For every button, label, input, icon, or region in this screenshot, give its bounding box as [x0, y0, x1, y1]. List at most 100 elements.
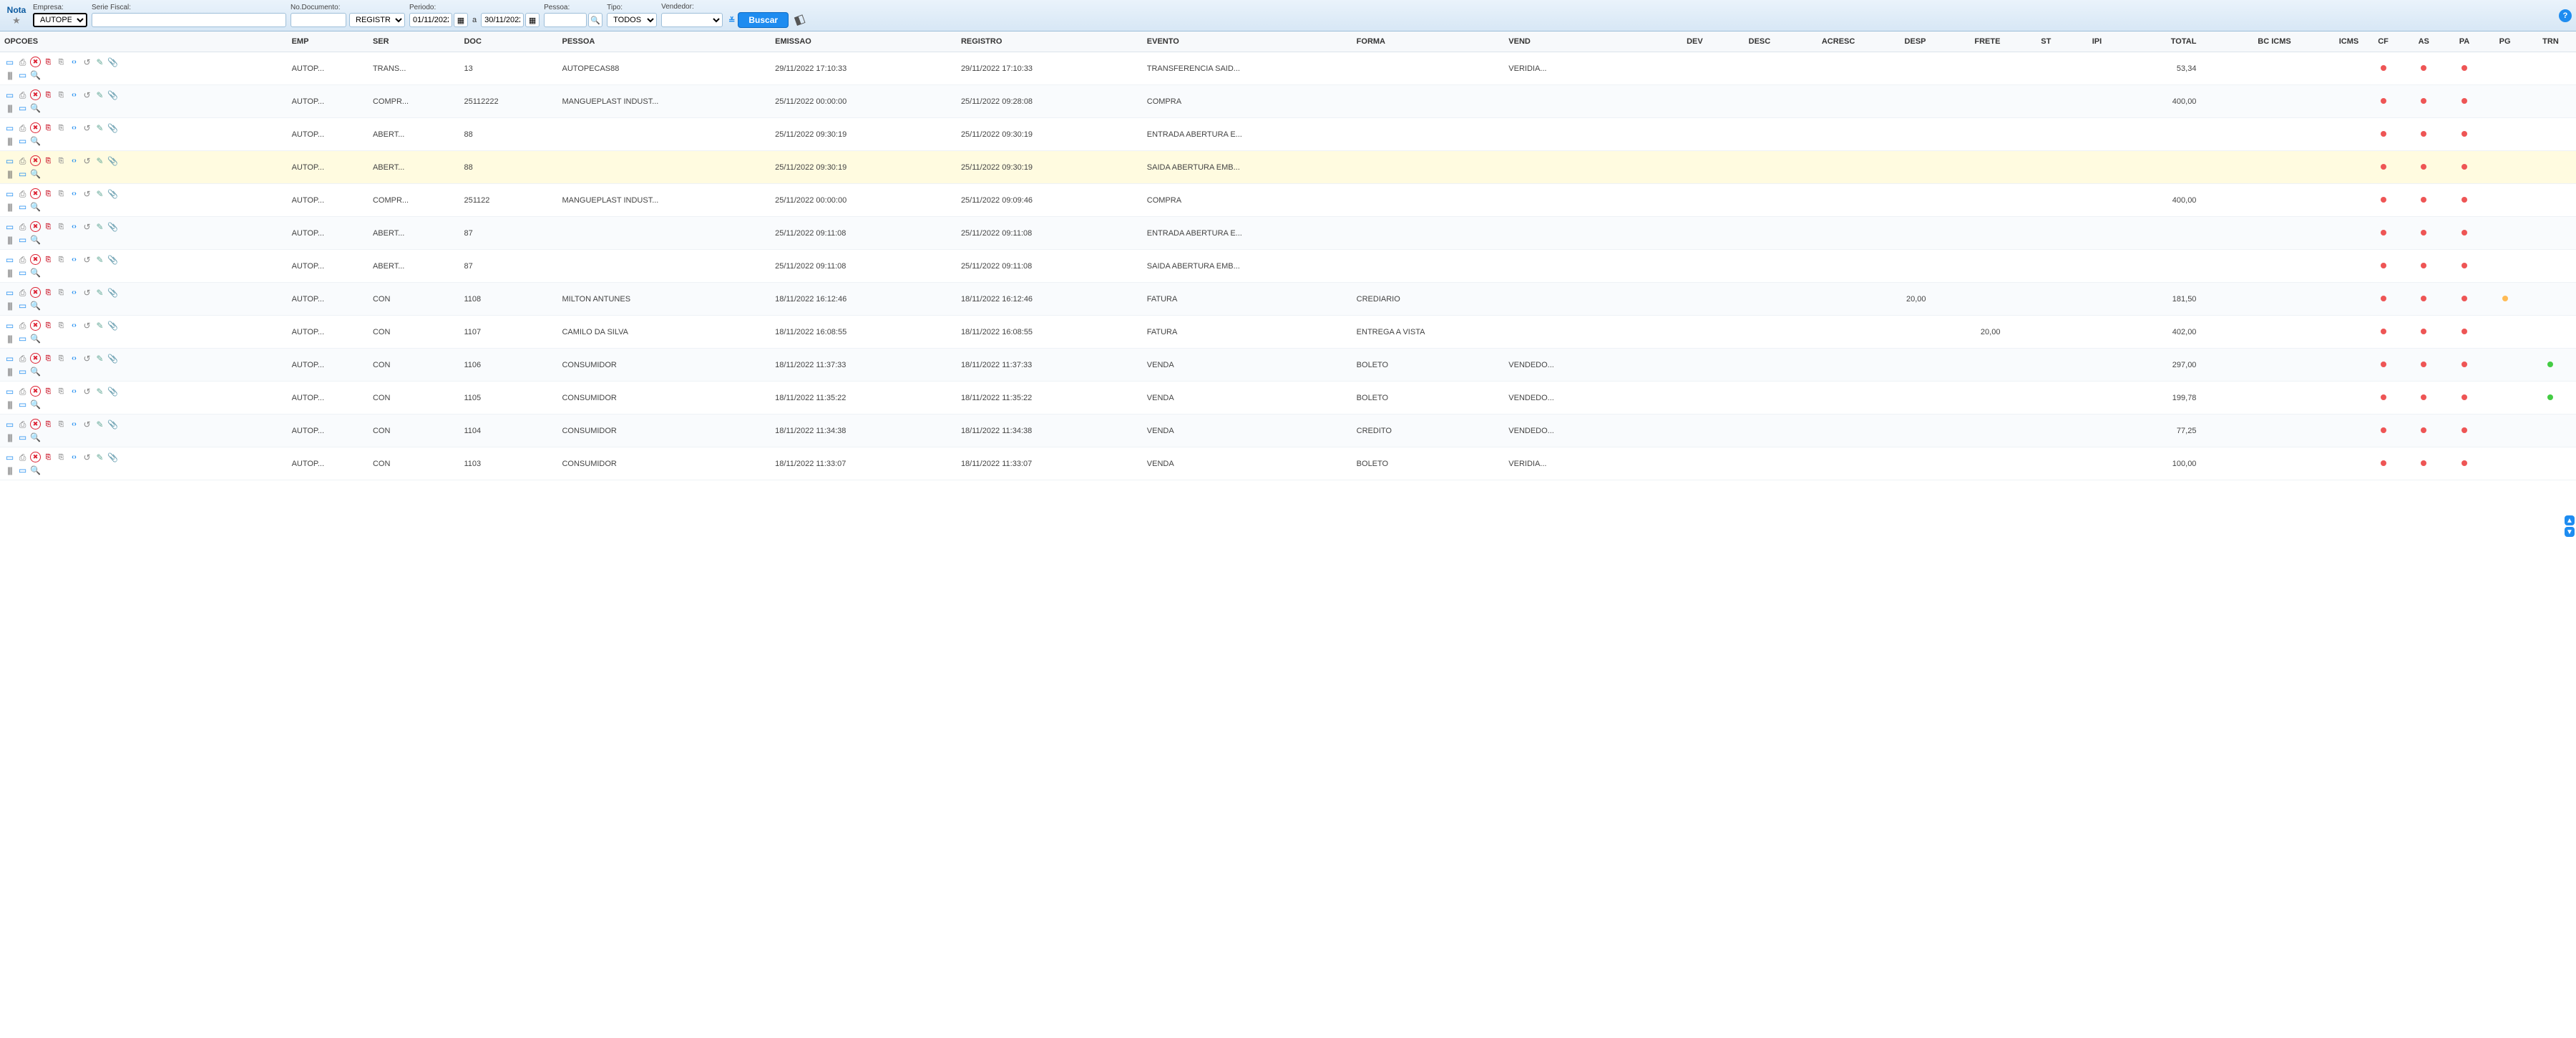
- barcode-icon[interactable]: |||: [4, 234, 15, 245]
- serie-input[interactable]: [92, 13, 286, 27]
- xml-icon[interactable]: ‹›: [69, 188, 79, 199]
- table-row[interactable]: ▭⎙✖⎘⎘‹›↺✎📎|||▭🔍AUTOP...TRANS...13AUTOPEC…: [0, 52, 2576, 85]
- search-icon[interactable]: 🔍: [30, 234, 41, 245]
- col-header[interactable]: EVENTO: [1143, 31, 1352, 52]
- pdf-icon[interactable]: ⎘: [43, 419, 54, 430]
- pdf2-icon[interactable]: ⎘: [56, 254, 67, 265]
- cancel-icon[interactable]: ✖: [30, 122, 41, 133]
- pdf2-icon[interactable]: ⎘: [56, 221, 67, 232]
- history-icon[interactable]: ↺: [82, 188, 92, 199]
- window-icon[interactable]: ▭: [4, 287, 15, 298]
- window2-icon[interactable]: ▭: [17, 135, 28, 146]
- pessoa-search-icon[interactable]: 🔍: [588, 13, 602, 27]
- cancel-icon[interactable]: ✖: [30, 188, 41, 199]
- print-icon[interactable]: ⎙: [17, 188, 28, 199]
- window2-icon[interactable]: ▭: [17, 333, 28, 344]
- col-header[interactable]: SER: [369, 31, 460, 52]
- table-row[interactable]: ▭⎙✖⎘⎘‹›↺✎📎|||▭🔍AUTOP...ABERT...8825/11/2…: [0, 118, 2576, 151]
- nodoc-input[interactable]: [291, 13, 346, 27]
- col-header[interactable]: EMISSAO: [771, 31, 957, 52]
- pdf-icon[interactable]: ⎘: [43, 89, 54, 100]
- xml-icon[interactable]: ‹›: [69, 353, 79, 364]
- col-header[interactable]: VEND: [1504, 31, 1646, 52]
- window2-icon[interactable]: ▭: [17, 201, 28, 212]
- col-header[interactable]: DEV: [1646, 31, 1707, 52]
- cancel-icon[interactable]: ✖: [30, 57, 41, 67]
- print-icon[interactable]: ⎙: [17, 254, 28, 265]
- xml-icon[interactable]: ‹›: [69, 122, 79, 133]
- favorite-star-icon[interactable]: ★: [12, 15, 21, 26]
- search-icon[interactable]: 🔍: [30, 102, 41, 113]
- table-row[interactable]: ▭⎙✖⎘⎘‹›↺✎📎|||▭🔍AUTOP...CON1108MILTON ANT…: [0, 283, 2576, 316]
- edit-icon[interactable]: ✎: [94, 122, 105, 133]
- attach-icon[interactable]: 📎: [107, 221, 118, 232]
- print-icon[interactable]: ⎙: [17, 287, 28, 298]
- window-icon[interactable]: ▭: [4, 419, 15, 430]
- col-header[interactable]: AS: [2404, 31, 2444, 52]
- history-icon[interactable]: ↺: [82, 386, 92, 397]
- search-icon[interactable]: 🔍: [30, 300, 41, 311]
- help-icon[interactable]: ?: [2559, 9, 2572, 22]
- attach-icon[interactable]: 📎: [107, 386, 118, 397]
- pdf2-icon[interactable]: ⎘: [56, 155, 67, 166]
- table-row[interactable]: ▭⎙✖⎘⎘‹›↺✎📎|||▭🔍AUTOP...COMPR...251122MAN…: [0, 184, 2576, 217]
- pdf2-icon[interactable]: ⎘: [56, 122, 67, 133]
- table-row[interactable]: ▭⎙✖⎘⎘‹›↺✎📎|||▭🔍AUTOP...CON1105CONSUMIDOR…: [0, 382, 2576, 414]
- history-icon[interactable]: ↺: [82, 320, 92, 331]
- col-header[interactable]: ICMS: [2296, 31, 2363, 52]
- cancel-icon[interactable]: ✖: [30, 353, 41, 364]
- table-row[interactable]: ▭⎙✖⎘⎘‹›↺✎📎|||▭🔍AUTOP...CON1104CONSUMIDOR…: [0, 414, 2576, 447]
- search-icon[interactable]: 🔍: [30, 267, 41, 278]
- window-icon[interactable]: ▭: [4, 89, 15, 100]
- history-icon[interactable]: ↺: [82, 254, 92, 265]
- print-icon[interactable]: ⎙: [17, 155, 28, 166]
- print-icon[interactable]: ⎙: [17, 320, 28, 331]
- calendar-ate-icon[interactable]: ▦: [525, 13, 540, 27]
- attach-icon[interactable]: 📎: [107, 122, 118, 133]
- search-icon[interactable]: 🔍: [30, 366, 41, 377]
- xml-icon[interactable]: ‹›: [69, 419, 79, 430]
- eraser-icon[interactable]: ◧: [789, 11, 807, 29]
- search-icon[interactable]: 🔍: [30, 168, 41, 179]
- edit-icon[interactable]: ✎: [94, 287, 105, 298]
- calendar-de-icon[interactable]: ▦: [454, 13, 468, 27]
- col-header[interactable]: ACRESC: [1775, 31, 1859, 52]
- window-icon[interactable]: ▭: [4, 254, 15, 265]
- barcode-icon[interactable]: |||: [4, 201, 15, 212]
- pdf2-icon[interactable]: ⎘: [56, 188, 67, 199]
- pessoa-input[interactable]: [544, 13, 587, 27]
- table-row[interactable]: ▭⎙✖⎘⎘‹›↺✎📎|||▭🔍AUTOP...ABERT...8825/11/2…: [0, 151, 2576, 184]
- table-row[interactable]: ▭⎙✖⎘⎘‹›↺✎📎|||▭🔍AUTOP...CON1103CONSUMIDOR…: [0, 447, 2576, 480]
- search-icon[interactable]: 🔍: [30, 69, 41, 80]
- window2-icon[interactable]: ▭: [17, 234, 28, 245]
- window2-icon[interactable]: ▭: [17, 465, 28, 475]
- window-icon[interactable]: ▭: [4, 57, 15, 67]
- window2-icon[interactable]: ▭: [17, 399, 28, 409]
- print-icon[interactable]: ⎙: [17, 452, 28, 462]
- col-header[interactable]: PG: [2484, 31, 2525, 52]
- window2-icon[interactable]: ▭: [17, 69, 28, 80]
- attach-icon[interactable]: 📎: [107, 89, 118, 100]
- cancel-icon[interactable]: ✖: [30, 221, 41, 232]
- window-icon[interactable]: ▭: [4, 221, 15, 232]
- window-icon[interactable]: ▭: [4, 386, 15, 397]
- col-header[interactable]: EMP: [288, 31, 369, 52]
- history-icon[interactable]: ↺: [82, 57, 92, 67]
- history-icon[interactable]: ↺: [82, 452, 92, 462]
- pdf-icon[interactable]: ⎘: [43, 221, 54, 232]
- col-header[interactable]: PA: [2444, 31, 2485, 52]
- window2-icon[interactable]: ▭: [17, 102, 28, 113]
- window2-icon[interactable]: ▭: [17, 168, 28, 179]
- xml-icon[interactable]: ‹›: [69, 287, 79, 298]
- pdf-icon[interactable]: ⎘: [43, 254, 54, 265]
- pdf2-icon[interactable]: ⎘: [56, 287, 67, 298]
- edit-icon[interactable]: ✎: [94, 419, 105, 430]
- table-row[interactable]: ▭⎙✖⎘⎘‹›↺✎📎|||▭🔍AUTOP...ABERT...8725/11/2…: [0, 250, 2576, 283]
- history-icon[interactable]: ↺: [82, 89, 92, 100]
- pdf2-icon[interactable]: ⎘: [56, 386, 67, 397]
- print-icon[interactable]: ⎙: [17, 353, 28, 364]
- col-header[interactable]: TOTAL: [2106, 31, 2200, 52]
- edit-icon[interactable]: ✎: [94, 155, 105, 166]
- attach-icon[interactable]: 📎: [107, 419, 118, 430]
- edit-icon[interactable]: ✎: [94, 452, 105, 462]
